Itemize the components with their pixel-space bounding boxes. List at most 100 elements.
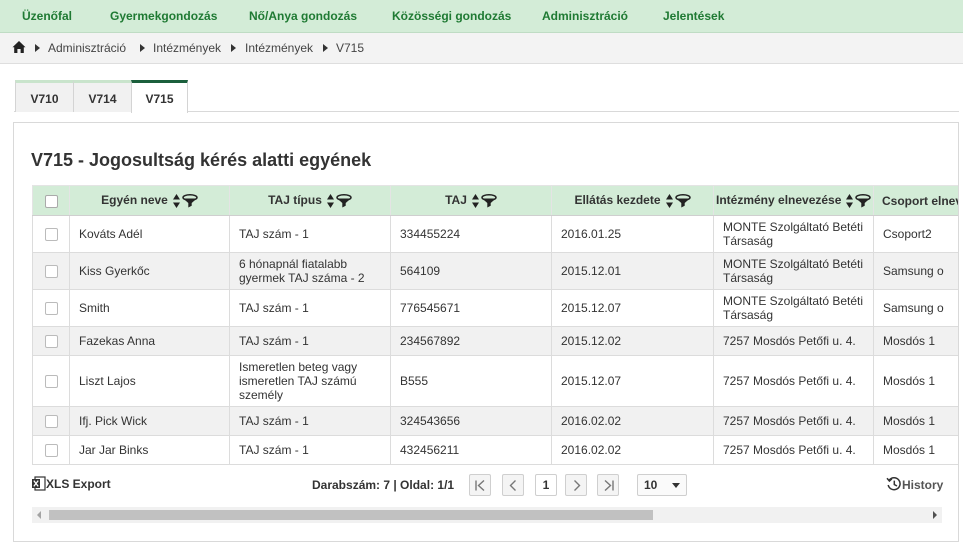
- row-checkbox[interactable]: [44, 375, 58, 389]
- cell-taj: 234567892: [390, 326, 552, 356]
- column-label: Csoport elnevezése: [882, 193, 959, 208]
- column-label: Intézmény elnevezése: [716, 193, 842, 208]
- table-row[interactable]: Fazekas Anna TAJ szám - 1 234567892 2015…: [32, 326, 958, 356]
- cell-institution: 7257 Mosdós Petőfi u. 4.: [713, 435, 874, 465]
- row-select-cell: [32, 289, 70, 327]
- table-row[interactable]: Jar Jar Binks TAJ szám - 1 432456211 201…: [32, 435, 958, 465]
- row-checkbox[interactable]: [44, 444, 58, 458]
- current-page-button[interactable]: 1: [535, 474, 557, 496]
- cell-taj-type: TAJ szám - 1: [229, 215, 391, 253]
- cell-institution: MONTE Szolgáltató Betéti Társaság: [713, 252, 874, 290]
- cell-start-date: 2015.12.07: [551, 355, 714, 407]
- filter-icon[interactable]: [481, 193, 497, 208]
- history-icon: [886, 476, 901, 491]
- filter-icon[interactable]: [336, 193, 352, 208]
- caret-down-icon: [672, 483, 680, 488]
- column-header-ellatas-kezdete[interactable]: Ellátás kezdete: [551, 185, 714, 216]
- column-header-egyen-neve[interactable]: Egyén neve: [69, 185, 230, 216]
- table-row[interactable]: Kiss Gyerkőc 6 hónapnál fiatalabb gyerme…: [32, 252, 958, 290]
- sort-icon[interactable]: [665, 193, 673, 208]
- menu-item-no-anya-gondozas[interactable]: Nő/Anya gondozás: [249, 0, 357, 33]
- table-row[interactable]: Ifj. Pick Wick TAJ szám - 1 324543656 20…: [32, 406, 958, 436]
- last-page-button[interactable]: [597, 474, 619, 496]
- excel-icon: [32, 476, 46, 491]
- sort-icon[interactable]: [846, 193, 854, 208]
- next-page-button[interactable]: [565, 474, 587, 496]
- select-all-checkbox[interactable]: [44, 194, 58, 208]
- filter-icon[interactable]: [674, 193, 691, 208]
- menu-item-uzenofal[interactable]: Üzenőfal: [22, 0, 72, 33]
- scrollbar-thumb[interactable]: [49, 510, 653, 520]
- row-select-cell: [32, 326, 70, 356]
- table-row[interactable]: Kováts Adél TAJ szám - 1 334455224 2016.…: [32, 215, 958, 253]
- menu-item-kozossegi-gondozas[interactable]: Közösségi gondozás: [392, 0, 511, 33]
- breadcrumb-separator-icon: [231, 44, 236, 52]
- cell-start-date: 2016.02.02: [551, 435, 714, 465]
- sort-icon[interactable]: [326, 193, 334, 208]
- column-header-taj-tipus[interactable]: TAJ típus: [229, 185, 391, 216]
- history-label: History: [902, 478, 944, 492]
- breadcrumb-item-v715: V715: [336, 41, 365, 55]
- cell-taj: 776545671: [390, 289, 552, 327]
- breadcrumb-item-intezmenyek-2[interactable]: Intézmények: [245, 41, 313, 55]
- column-label: TAJ: [445, 193, 467, 208]
- cell-taj: 432456211: [390, 435, 552, 465]
- row-select-cell: [32, 355, 70, 407]
- cell-start-date: 2015.12.01: [551, 252, 714, 290]
- cell-taj-type: Ismeretlen beteg vagy ismeretlen TAJ szá…: [229, 355, 391, 407]
- filter-icon[interactable]: [182, 193, 198, 208]
- menu-item-adminisztracio[interactable]: Adminisztráció: [542, 0, 628, 33]
- breadcrumb-item-intezmenyek[interactable]: Intézmények: [153, 41, 221, 55]
- column-header-taj[interactable]: TAJ: [390, 185, 552, 216]
- cell-taj-type: TAJ szám - 1: [229, 406, 391, 436]
- previous-page-button[interactable]: [502, 474, 524, 496]
- last-page-icon: [604, 479, 614, 492]
- first-page-button[interactable]: [469, 474, 491, 496]
- xls-export-label: XLS Export: [46, 477, 111, 491]
- row-checkbox[interactable]: [44, 228, 58, 242]
- page-size-select[interactable]: 10: [637, 474, 687, 496]
- cell-institution: 7257 Mosdós Petőfi u. 4.: [713, 355, 874, 407]
- table-row[interactable]: Smith TAJ szám - 1 776545671 2015.12.07 …: [32, 289, 958, 327]
- chevron-right-icon: [574, 480, 581, 491]
- row-checkbox[interactable]: [44, 265, 58, 279]
- filter-icon[interactable]: [855, 193, 872, 208]
- column-header-intezmeny-elnevezese[interactable]: Intézmény elnevezése: [713, 185, 874, 216]
- table-row[interactable]: Liszt Lajos Ismeretlen beteg vagy ismere…: [32, 355, 958, 407]
- breadcrumb-separator-icon: [323, 44, 328, 52]
- cell-group: Samsung o: [873, 289, 958, 327]
- cell-name: Kiss Gyerkőc: [69, 252, 230, 290]
- horizontal-scrollbar[interactable]: [32, 507, 942, 523]
- cell-name: Smith: [69, 289, 230, 327]
- tab-v714[interactable]: V714: [73, 80, 132, 112]
- xls-export-button[interactable]: XLS Export: [32, 476, 111, 494]
- scroll-right-icon[interactable]: [933, 511, 937, 519]
- breadcrumb-separator-icon: [140, 44, 145, 52]
- sort-icon[interactable]: [471, 193, 479, 208]
- history-button[interactable]: History: [886, 476, 943, 492]
- sort-icon[interactable]: [172, 193, 180, 208]
- menu-item-jelentesek[interactable]: Jelentések: [663, 0, 724, 33]
- cell-start-date: 2015.12.07: [551, 289, 714, 327]
- scroll-left-icon[interactable]: [37, 511, 41, 519]
- cell-start-date: 2015.12.02: [551, 326, 714, 356]
- row-checkbox[interactable]: [44, 302, 58, 316]
- row-checkbox[interactable]: [44, 415, 58, 429]
- chevron-left-icon: [509, 480, 516, 491]
- content-panel: V715 - Jogosultság kérés alatti egyének …: [13, 122, 959, 542]
- cell-group: Mosdós 1: [873, 435, 958, 465]
- tab-v710[interactable]: V710: [15, 80, 74, 112]
- cell-taj-type: 6 hónapnál fiatalabb gyermek TAJ száma -…: [229, 252, 391, 290]
- cell-start-date: 2016.02.02: [551, 406, 714, 436]
- column-header-csoport-elnevezese[interactable]: Csoport elnevezése: [873, 185, 959, 216]
- cell-group: Mosdós 1: [873, 355, 958, 407]
- cell-taj: 324543656: [390, 406, 552, 436]
- row-checkbox[interactable]: [44, 335, 58, 349]
- tab-v715[interactable]: V715: [131, 80, 188, 113]
- menu-item-gyermekgondozas[interactable]: Gyermekgondozás: [110, 0, 217, 33]
- cell-taj-type: TAJ szám - 1: [229, 435, 391, 465]
- data-grid: Egyén neve TAJ típus TAJ Ellátás kezdete…: [32, 185, 959, 465]
- home-icon[interactable]: [12, 40, 26, 54]
- breadcrumb-item-adminisztracio[interactable]: Adminisztráció: [48, 41, 126, 55]
- cell-taj-type: TAJ szám - 1: [229, 289, 391, 327]
